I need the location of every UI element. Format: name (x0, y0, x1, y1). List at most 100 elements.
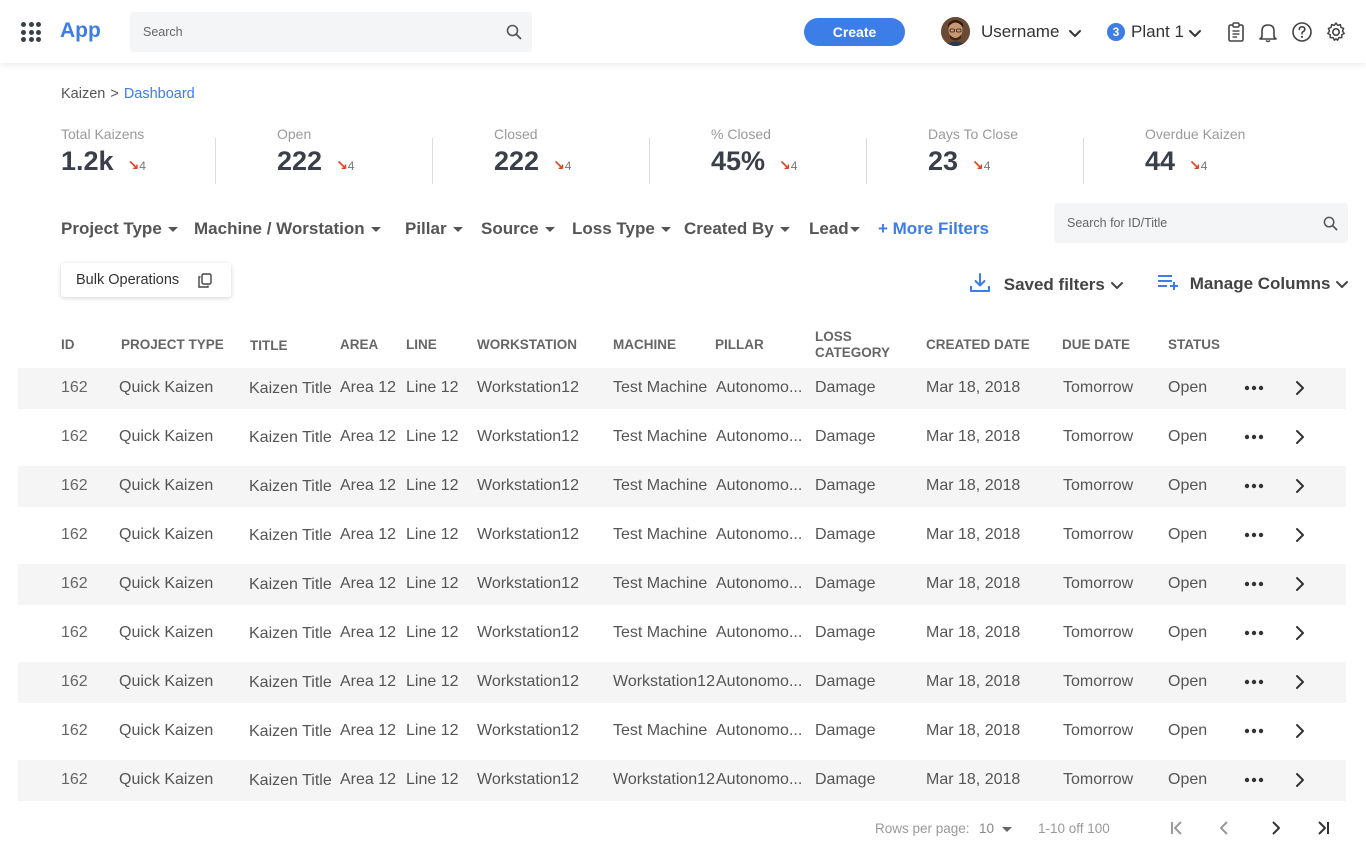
more-options-icon[interactable] (1244, 723, 1264, 744)
chevron-right-icon[interactable] (1294, 380, 1306, 401)
chevron-right-icon[interactable] (1294, 478, 1306, 499)
bell-icon[interactable] (1257, 21, 1279, 43)
table-row[interactable]: 162 Quick Kaizen Kaizen Title Area 12 Line 1… (18, 760, 1346, 801)
column-header-workstation[interactable]: WORKSTATION (477, 337, 577, 353)
column-header-area[interactable]: AREA (340, 337, 378, 353)
table-row[interactable]: 162 Quick Kaizen Kaizen Title Area 12 Line 1… (18, 613, 1346, 654)
column-header-loss-category[interactable]: LOSS CATEGORY (815, 329, 895, 361)
cell-pillar: Autonomo... (716, 771, 803, 788)
bulk-operations-button[interactable]: Bulk Operations (61, 263, 231, 297)
cell-status: Open (1168, 771, 1208, 788)
cell-pillar: Autonomo... (716, 477, 803, 494)
username[interactable]: Username (981, 22, 1059, 42)
cell-project-type: Quick Kaizen (119, 428, 214, 445)
column-header-title[interactable]: TITLE (250, 338, 288, 354)
more-options-icon[interactable] (1244, 527, 1264, 548)
cell-workstation: Workstation12 (477, 575, 579, 592)
chevron-right-icon[interactable] (1294, 527, 1306, 548)
table-row[interactable]: 162 Quick Kaizen Kaizen Title Area 12 Line 1… (18, 564, 1346, 605)
chevron-down-icon[interactable] (1068, 26, 1082, 44)
more-options-icon[interactable] (1244, 478, 1264, 499)
clipboard-icon[interactable] (1225, 21, 1247, 43)
first-page-icon[interactable] (1170, 820, 1184, 841)
pagination-range: 1-10 off 100 (1038, 821, 1110, 836)
cell-title: Kaizen Title (249, 674, 332, 691)
filter-machine-workstation[interactable]: Machine / Worstation (194, 219, 381, 239)
cell-title: Kaizen Title (249, 576, 332, 593)
stat-divider (866, 138, 867, 184)
filter-project-type[interactable]: Project Type (61, 219, 178, 239)
more-options-icon[interactable] (1244, 576, 1264, 597)
help-icon[interactable] (1291, 21, 1313, 43)
previous-page-icon[interactable] (1218, 820, 1230, 841)
more-options-icon[interactable] (1244, 429, 1264, 450)
filter-label: Loss Type (572, 219, 655, 238)
cell-status: Open (1168, 722, 1208, 739)
more-filters-link[interactable]: + More Filters (878, 219, 989, 239)
chevron-right-icon[interactable] (1294, 429, 1306, 450)
cell-loss-category: Damage (815, 624, 876, 641)
chevron-right-icon[interactable] (1294, 576, 1306, 597)
table-row[interactable]: 162 Quick Kaizen Kaizen Title Area 12 Line 1… (18, 466, 1346, 507)
more-options-icon[interactable] (1244, 380, 1264, 401)
chevron-down-icon[interactable] (1188, 26, 1202, 44)
more-options-icon[interactable] (1244, 772, 1264, 793)
gear-icon[interactable] (1325, 21, 1347, 43)
rows-per-page-select[interactable]: 10 (979, 821, 1013, 836)
avatar[interactable] (941, 17, 970, 46)
table-row[interactable]: 162 Quick Kaizen Kaizen Title Area 12 Line 1… (18, 662, 1346, 703)
search-icon[interactable] (1323, 216, 1338, 236)
cell-status: Open (1168, 575, 1208, 592)
chevron-right-icon[interactable] (1294, 772, 1306, 793)
trend-value: 4 (139, 159, 146, 173)
create-button[interactable]: Create (804, 18, 905, 46)
last-page-icon[interactable] (1316, 820, 1330, 841)
cell-id: 162 (61, 379, 88, 396)
plant-selector[interactable]: Plant 1 (1131, 22, 1184, 42)
chevron-right-icon[interactable] (1294, 674, 1306, 695)
next-page-icon[interactable] (1270, 820, 1282, 841)
chevron-right-icon[interactable] (1294, 723, 1306, 744)
column-header-machine[interactable]: MACHINE (613, 337, 676, 353)
more-options-icon[interactable] (1244, 674, 1264, 695)
stat-value: 222 (277, 146, 323, 176)
cell-area: Area 12 (340, 771, 397, 788)
search-icon[interactable] (506, 24, 522, 45)
breadcrumb-current[interactable]: Dashboard (124, 86, 195, 102)
filter-loss-type[interactable]: Loss Type (572, 219, 671, 239)
app-grid-icon[interactable] (21, 22, 41, 42)
id-title-search-input[interactable] (1054, 203, 1309, 243)
app-name[interactable]: App (60, 19, 101, 43)
chevron-right-icon[interactable] (1294, 625, 1306, 646)
stat-days-to-close: Days To Close 23 ↘4 (928, 126, 1128, 177)
saved-filters-dropdown[interactable]: Saved filters (969, 273, 1124, 298)
column-header-created-date[interactable]: CREATED DATE (926, 337, 1030, 353)
filter-lead[interactable]: Lead (809, 219, 860, 239)
column-header-status[interactable]: STATUS (1168, 337, 1220, 353)
manage-columns-dropdown[interactable]: Manage Columns (1157, 273, 1349, 296)
column-header-line[interactable]: LINE (406, 337, 437, 353)
filter-created-by[interactable]: Created By (684, 219, 790, 239)
filter-pillar[interactable]: Pillar (405, 219, 463, 239)
column-header-project-type[interactable]: PROJECT TYPE (121, 337, 224, 353)
stat-divider (649, 138, 650, 184)
table-row[interactable]: 162 Quick Kaizen Kaizen Title Area 12 Line 1… (18, 368, 1346, 409)
column-header-due-date[interactable]: DUE DATE (1062, 337, 1130, 353)
caret-down-icon (452, 227, 463, 233)
more-options-icon[interactable] (1244, 625, 1264, 646)
filter-source[interactable]: Source (481, 219, 555, 239)
global-search-input[interactable] (130, 12, 490, 52)
cell-machine: Test Machine (613, 624, 708, 641)
caret-down-icon (544, 227, 555, 233)
table-row[interactable]: 162 Quick Kaizen Kaizen Title Area 12 Line 1… (18, 711, 1346, 752)
stat-value: 44 (1145, 146, 1176, 176)
table-row[interactable]: 162 Quick Kaizen Kaizen Title Area 12 Line 1… (18, 515, 1346, 556)
cell-machine: Test Machine (613, 722, 708, 739)
table-row[interactable]: 162 Quick Kaizen Kaizen Title Area 12 Line 1… (18, 417, 1346, 458)
column-header-pillar[interactable]: PILLAR (715, 337, 764, 353)
cell-workstation: Workstation12 (477, 673, 579, 690)
column-header-id[interactable]: ID (61, 337, 75, 353)
stat-label: % Closed (711, 126, 771, 142)
caret-down-icon (660, 227, 671, 233)
breadcrumb-root[interactable]: Kaizen (61, 86, 105, 102)
